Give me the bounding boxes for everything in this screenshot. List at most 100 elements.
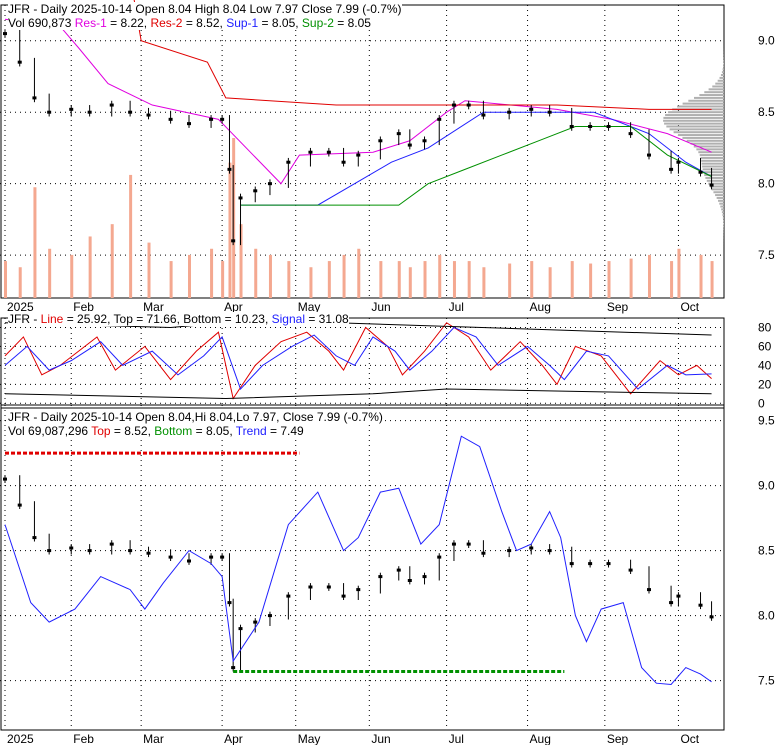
- price-close-mark: [17, 60, 22, 64]
- x-tick-label: Oct: [680, 732, 699, 745]
- volume-profile-bar: [682, 136, 724, 139]
- price-close-mark: [168, 555, 173, 559]
- volume-profile-bar: [663, 119, 724, 122]
- price-close-mark: [308, 150, 313, 154]
- volume-bar: [530, 261, 534, 298]
- x-tick-label: Aug: [530, 732, 551, 745]
- volume-bar: [268, 254, 272, 298]
- volume-profile-bar: [723, 219, 724, 222]
- price-close-mark: [569, 562, 574, 566]
- price-close-mark: [308, 585, 313, 589]
- price-close-mark: [238, 196, 243, 200]
- res2-value: = 8.52,: [182, 16, 227, 30]
- sup1-label: Sup-1: [226, 16, 259, 30]
- price-close-mark: [146, 551, 151, 555]
- price-close-mark: [32, 536, 37, 540]
- price-close-mark: [588, 124, 593, 128]
- price-close-mark: [356, 153, 361, 157]
- price-close-mark: [437, 117, 442, 121]
- price-close-mark: [209, 117, 214, 121]
- volume-profile-bar: [723, 62, 724, 65]
- price-close-mark: [356, 588, 361, 592]
- volume-bar: [670, 261, 674, 298]
- y-tick-label: 8.0: [758, 609, 775, 623]
- price-close-mark: [628, 132, 633, 136]
- y-tick-label: 9.0: [758, 34, 775, 48]
- y-tick-label: 80: [758, 320, 772, 334]
- price-close-mark: [187, 559, 191, 563]
- price-close-mark: [507, 549, 512, 553]
- volume-profile-bar: [718, 199, 724, 202]
- x-tick-label: Jul: [449, 732, 464, 745]
- res1-value: = 8.22,: [106, 16, 151, 30]
- volume-profile-bar: [704, 91, 724, 94]
- volume-bar: [677, 248, 681, 298]
- y-tick-label: 9.0: [758, 479, 775, 493]
- x-tick-label: Aug: [530, 300, 551, 314]
- price-close-mark: [378, 575, 383, 579]
- volume-bar: [254, 248, 258, 298]
- panel-frame: [0, 4, 725, 299]
- volume-bar: [33, 187, 37, 298]
- price-close-mark: [128, 110, 133, 114]
- price-close-mark: [253, 620, 258, 624]
- panel2-legend: JFR - Line = 25.92, Top = 71.66, Bottom …: [8, 312, 349, 326]
- price-close-mark: [709, 615, 714, 619]
- price-close-mark: [87, 110, 92, 114]
- bottom-label: Bottom: [154, 424, 193, 438]
- price-close-mark: [606, 124, 611, 128]
- volume-profile-bar: [694, 96, 724, 99]
- volume-bar: [629, 258, 633, 298]
- volume-profile-bar: [669, 128, 724, 131]
- price-close-mark: [128, 549, 133, 553]
- x-tick-label: Jun: [371, 732, 390, 745]
- volume-bar: [548, 267, 552, 298]
- volume-bar: [699, 254, 703, 298]
- volume-profile-bar: [722, 68, 724, 71]
- volume-profile-bar: [696, 148, 724, 151]
- volume-profile-bar: [703, 171, 724, 174]
- price-close-mark: [481, 113, 486, 117]
- volume-bar: [169, 261, 173, 298]
- stoch-line-value: = 25.92, Top = 71.66, Bottom = 10.23,: [63, 312, 272, 326]
- volume-profile-bar: [715, 194, 724, 197]
- chart-container: 9.0 8.5 8.0 7.5 2025 Feb Mar Apr May Jun Jul Aug Sep…: [0, 0, 780, 745]
- volume-profile-bar: [701, 162, 724, 165]
- price-close-mark: [529, 107, 534, 111]
- volume-profile-bar: [701, 159, 724, 162]
- volume-bar: [18, 267, 22, 298]
- sup2-label: Sup-2: [301, 16, 334, 30]
- y-tick-label: 8.0: [758, 177, 775, 191]
- volume-profile-bar: [699, 154, 724, 157]
- stoch-prefix: JFR -: [8, 312, 41, 326]
- volume-bar: [710, 261, 714, 298]
- price-close-mark: [341, 594, 346, 598]
- volume-bar: [110, 224, 114, 298]
- price-close-mark: [588, 562, 593, 566]
- price-close-mark: [326, 585, 331, 589]
- y-tick-label: 60: [758, 339, 772, 353]
- volume-profile-bar: [723, 65, 724, 68]
- volume-profile-bar: [720, 74, 724, 77]
- price-close-mark: [669, 167, 674, 171]
- x-tick-label: Apr: [224, 732, 243, 745]
- bottom-value: = 8.05,: [192, 424, 236, 438]
- volume-bar: [438, 254, 442, 298]
- y-tick-label: 7.5: [758, 248, 775, 262]
- y-tick-label: 40: [758, 358, 772, 372]
- volume-profile-bar: [664, 122, 724, 125]
- volume-profile-bar: [663, 116, 724, 119]
- price-close-mark: [238, 627, 243, 631]
- x-tick-label: Sep: [607, 732, 629, 745]
- trend-line: [4, 435, 712, 686]
- panel3-legend: Vol 69,087,296 Top = 8.52, Bottom = 8.05…: [8, 424, 304, 438]
- price-close-mark: [676, 594, 681, 598]
- panel3-title: JFR - Daily 2025-10-14 Open 8.04,Hi 8.04…: [8, 410, 383, 424]
- volume-bar: [147, 242, 151, 298]
- volume-bar: [327, 261, 331, 298]
- top-value: = 8.52,: [110, 424, 155, 438]
- volume-bar: [423, 261, 427, 298]
- price-close-mark: [220, 555, 225, 559]
- volume-profile-bar: [719, 76, 724, 79]
- panel1-title: JFR - Daily 2025-10-14 Open 8.04 High 8.…: [8, 2, 402, 16]
